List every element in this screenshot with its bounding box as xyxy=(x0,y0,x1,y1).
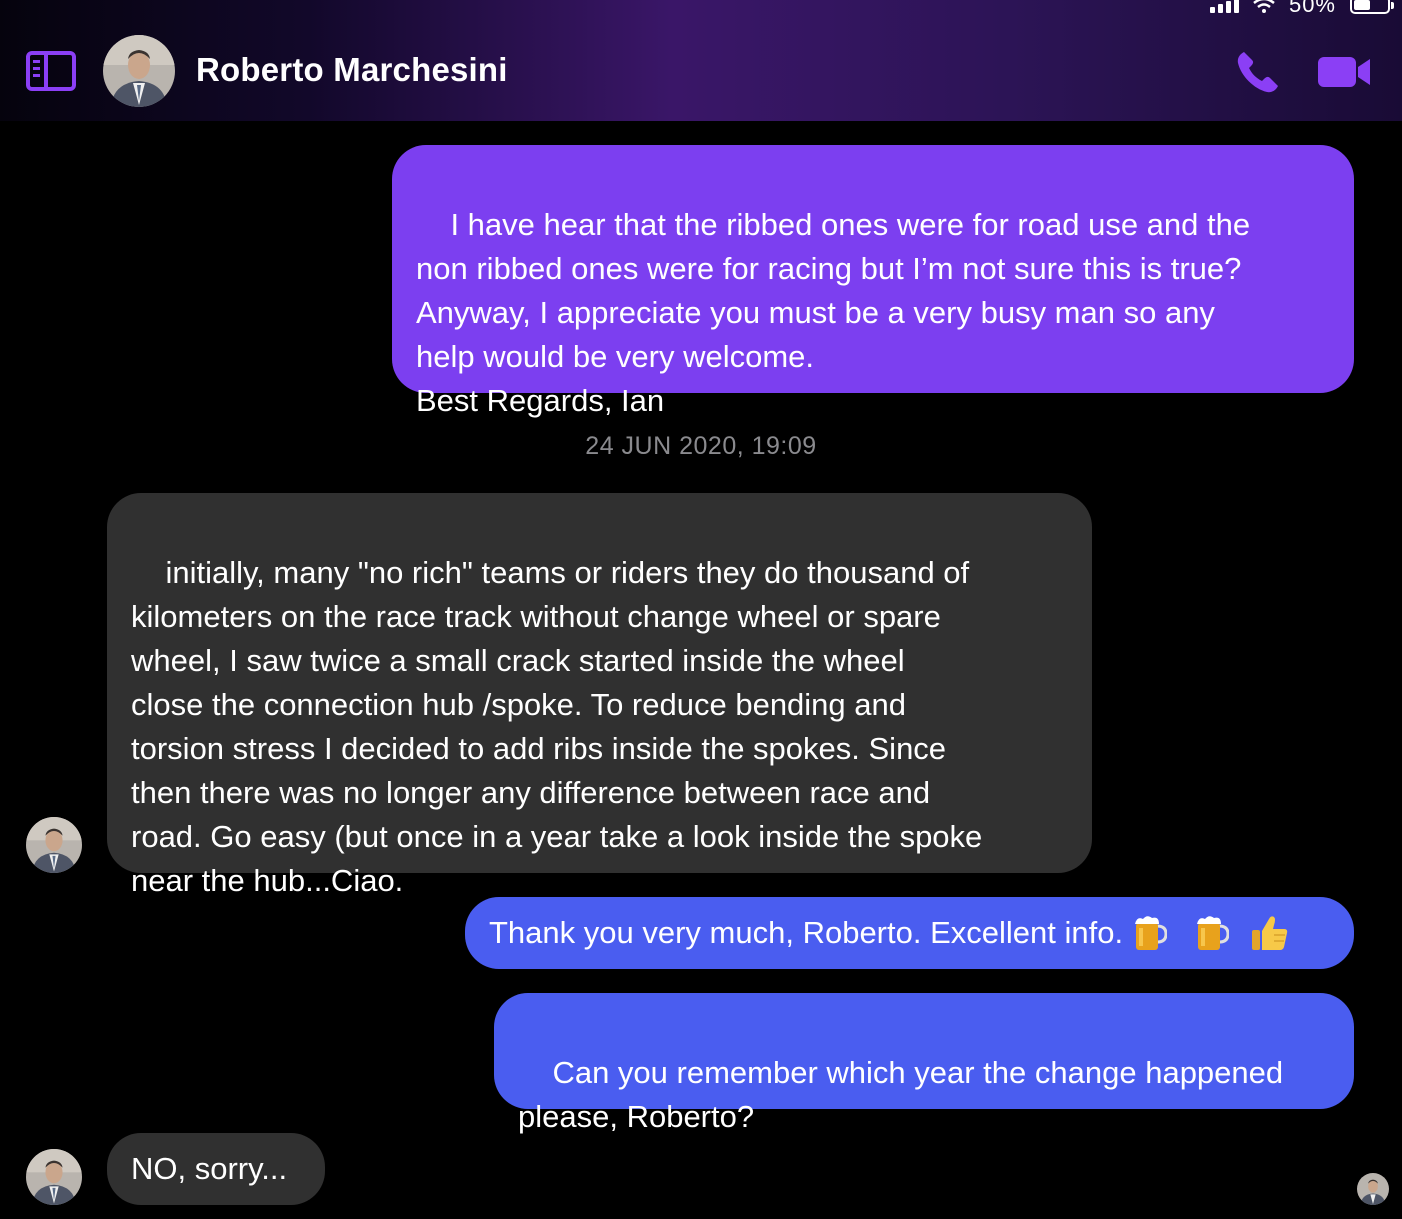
contact-name[interactable]: Roberto Marchesini xyxy=(196,51,508,89)
sender-avatar[interactable] xyxy=(26,1149,82,1205)
wifi-icon xyxy=(1253,0,1275,13)
messenger-window: 50% Roberto Marchesini I have hear that … xyxy=(0,0,1402,1219)
sent-message-bubble[interactable]: I have hear that the ribbed ones were fo… xyxy=(392,145,1354,418)
message-text: NO, sorry... xyxy=(131,1151,288,1186)
message-text: I have hear that the ribbed ones were fo… xyxy=(416,207,1251,418)
contact-avatar[interactable] xyxy=(103,35,175,107)
received-message-bubble[interactable]: initially, many "no rich" teams or rider… xyxy=(107,493,1092,898)
message-text: Can you remember which year the change h… xyxy=(518,1055,1284,1134)
sender-avatar[interactable] xyxy=(26,817,82,873)
battery-icon xyxy=(1350,0,1394,14)
message-text: Thank you very much, Roberto. Excellent … xyxy=(489,915,1124,950)
sent-message-bubble[interactable]: Thank you very much, Roberto. Excellent … xyxy=(465,897,1354,969)
read-receipt-avatar xyxy=(1357,1173,1389,1205)
battery-percentage: 50% xyxy=(1288,0,1336,17)
message-timestamp: 24 JUN 2020, 19:09 xyxy=(585,432,817,460)
chat-header: 50% Roberto Marchesini xyxy=(0,0,1402,121)
phone-icon[interactable] xyxy=(1234,48,1282,96)
sidebar-toggle-icon[interactable] xyxy=(26,51,76,91)
video-camera-icon[interactable] xyxy=(1316,54,1372,90)
received-message-bubble[interactable]: NO, sorry... xyxy=(107,1133,325,1205)
sent-message-bubble[interactable]: Can you remember which year the change h… xyxy=(494,993,1354,1134)
status-bar: 50% xyxy=(1209,0,1394,17)
cellular-signal-icon xyxy=(1209,0,1239,13)
message-text: initially, many "no rich" teams or rider… xyxy=(131,555,983,898)
